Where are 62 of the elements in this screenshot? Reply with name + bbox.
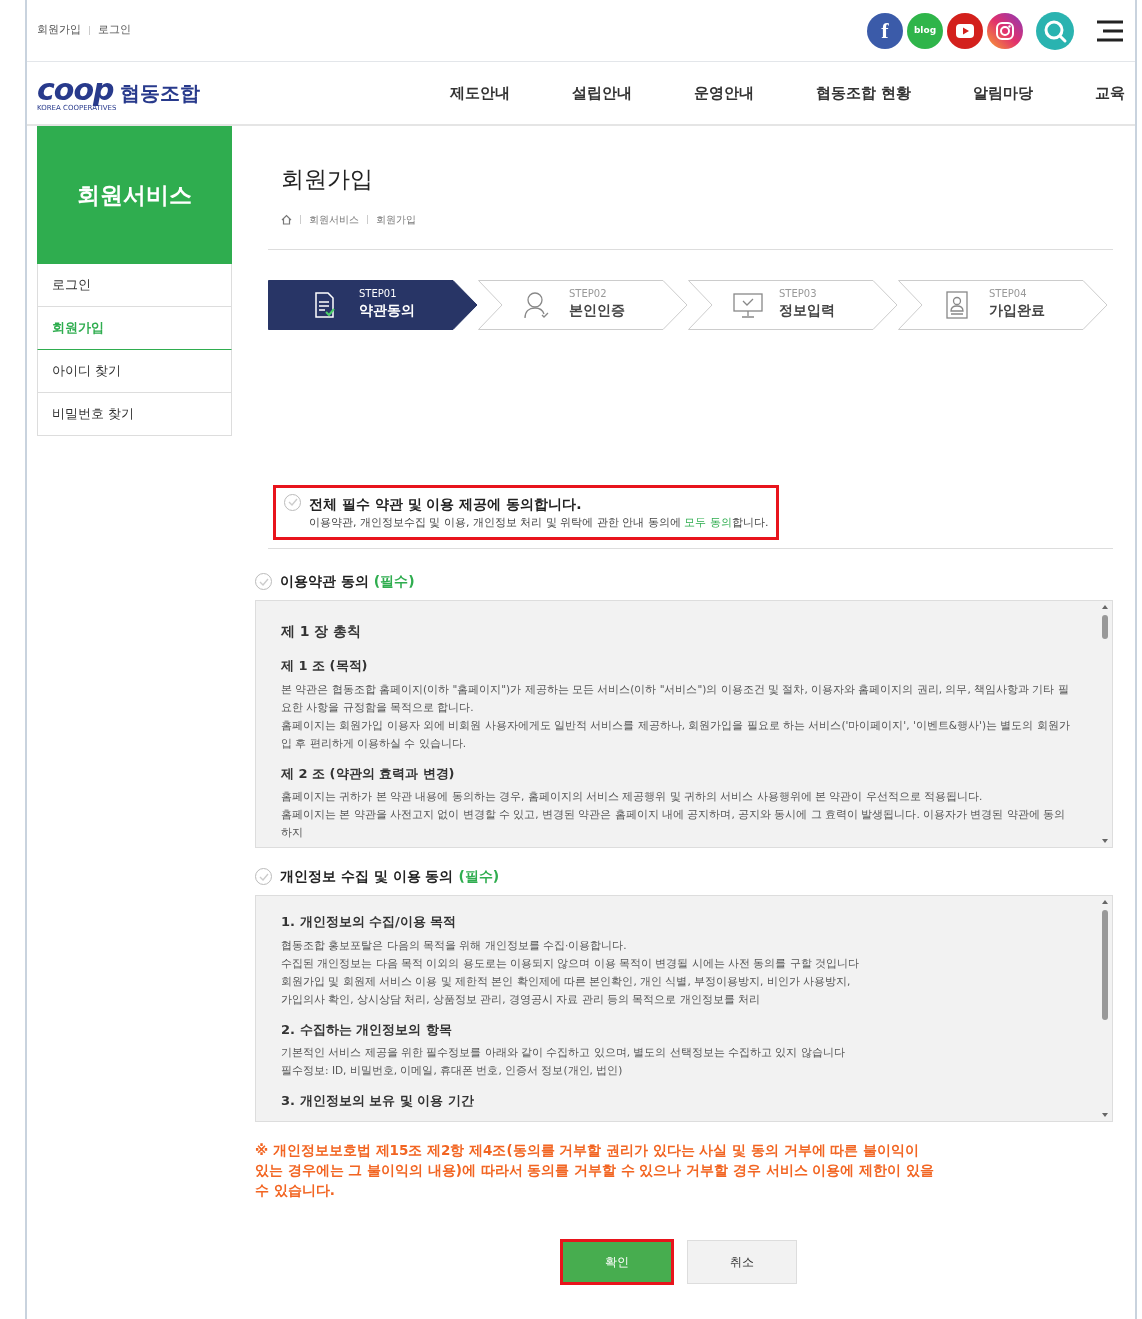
breadcrumb-link[interactable]: 회원가입	[376, 211, 416, 227]
terms-text: 필수정보: ID, 비밀번호, 이메일, 휴대폰 번호, 인증서 정보(개인, 법인)	[281, 1063, 624, 1079]
top-link[interactable]: 로그인	[98, 22, 131, 39]
youtube-icon[interactable]	[947, 12, 983, 49]
nav-link[interactable]: 협동조합 현황	[815, 81, 911, 105]
home-icon[interactable]	[281, 213, 292, 225]
nav-link[interactable]: 알림마당	[973, 81, 1033, 105]
terms-text: 홈페이지는 본 약관을 사전고지 없이 변경할 수 있고, 변경된 약관은 홈페이지 내에 공지하며, 공지와 동시에 그 효력이 발생됩니다. 이용자가 변경된 약관에 동의하지	[281, 807, 1067, 841]
monitor-icon	[733, 290, 763, 319]
sidebar-banner: 회원서비스	[37, 126, 232, 264]
chapter-title: 제 1 장 총칙	[281, 622, 363, 642]
checkbox[interactable]	[255, 868, 272, 886]
scroll-thumb[interactable]	[1102, 615, 1108, 640]
step-number: STEP01	[359, 288, 398, 301]
section-title: 개인정보 수집 및 이용 동의 (필수)	[280, 867, 500, 887]
checkbox[interactable]	[255, 573, 272, 591]
notice-text: ※ 개인정보보호법 제15조 제2항 제4조(동의를 거부할 권리가 있다는 사실 및 동의 거부에 따른 불이익이 있는 경우에는 그 불이익의 내용)에 따라서 동의를 거부할 수 있으나 거부할 경우 서비스 이용에 제한이 있을 수 있습니다.	[255, 1140, 935, 1200]
logo-name: 협동조합	[120, 80, 201, 107]
article-heading: 3. 개인정보의 보유 및 이용 기간	[281, 1092, 475, 1111]
agree-description: 이용약관, 개인정보수집 및 이용, 개인정보 처리 및 위탁에 관한 안내 동의에 모두 동의합니다.	[309, 514, 769, 531]
logo-mark: coop	[37, 74, 114, 105]
step-number: STEP03	[779, 288, 818, 301]
article-heading: 제 1 조 (목적)	[281, 657, 369, 676]
terms-text: 본 약관은 협동조합 홈페이지(이하 "홈페이지")가 제공하는 모든 서비스(이하 "서비스")의 이용조건 및 절차, 이용자와 홈페이지의 권리, 의무, 책임사항과 기타 필요한 사항을 규정함을 목적으로 합니다.	[281, 681, 1070, 715]
article-heading: 제 2 조 (약관의 효력과 변경)	[281, 764, 456, 783]
facebook-button[interactable]: f	[867, 12, 903, 49]
section-title: 이용약관 동의 (필수)	[280, 572, 415, 592]
step-label: 약관동의	[359, 301, 415, 321]
breadcrumb-link[interactable]: 회원서비스	[309, 211, 359, 227]
menu-icon[interactable]	[1095, 18, 1125, 43]
search-icon[interactable]	[1035, 10, 1075, 51]
instagram-icon[interactable]	[987, 12, 1023, 49]
cancel-button[interactable]: 취소	[687, 1239, 797, 1284]
sidebar-item[interactable]: 아이디 찾기	[37, 350, 232, 393]
check-icon	[258, 872, 269, 881]
top-link[interactable]: 회원가입	[37, 22, 81, 39]
nav-link[interactable]: 교육	[1095, 81, 1125, 105]
nav-link[interactable]: 설립안내	[571, 81, 632, 105]
checkbox[interactable]	[284, 493, 301, 511]
page-title: 회원가입	[281, 166, 374, 194]
step-number: STEP04	[989, 288, 1028, 301]
terms-text: 홈페이지는 귀하가 본 약관 내용에 동의하는 경우, 홈페이지의 서비스 제공행위 및 귀하의 서비스 사용행위에 본 약관이 우선적으로 적용됩니다.	[281, 789, 984, 805]
article-heading: 2. 수집하는 개인정보의 항목	[281, 1020, 453, 1039]
terms-text: 회원가입 및 회원제 서비스 이용 및 제한적 본인 확인제에 따른 본인확인, 개인 식별, 부정이용방지, 비인가 사용방지,	[281, 973, 852, 989]
step-number: STEP02	[569, 288, 608, 301]
nav-link[interactable]: 제도안내	[449, 81, 510, 105]
terms-text: 기본적인 서비스 제공을 위한 필수정보를 아래와 같이 수집하고 있으며, 별도의 선택정보는 수집하고 있지 않습니다	[281, 1045, 846, 1061]
step-label: 본인인증	[569, 301, 625, 321]
sidebar-item[interactable]: 비밀번호 찾기	[37, 393, 232, 436]
terms-text: 수집된 개인정보는 다음 목적 이외의 용도로는 이용되지 않으며 이용 목적이 변경될 시에는 사전 동의를 구할 것입니다	[281, 955, 861, 971]
article-heading: 1. 개인정보의 수집/이용 목적	[281, 913, 458, 932]
sidebar-item[interactable]: 로그인	[37, 264, 232, 307]
terms-text: 협동조합 홍보포탈은 다음의 목적을 위해 개인정보를 수집·이용합니다.	[281, 937, 628, 953]
step-label: 가입완료	[989, 301, 1045, 321]
nav-link[interactable]: 운영안내	[693, 81, 754, 105]
step-label: 정보입력	[779, 301, 835, 321]
scroll-thumb[interactable]	[1102, 910, 1108, 1021]
terms-text: 가입의사 확인, 상시상담 처리, 상품정보 관리, 경영공시 자료 관리 등의 목적으로 개인정보를 처리	[281, 991, 762, 1007]
terms-text: 홈페이지는 회원가입 이용자 외에 비회원 사용자에게도 일반적 서비스를 제공하나, 회원가입을 필요로 하는 서비스('마이페이지', '이벤트&행사')는 별도의 회원가입 후 편리하게 이용하실 수 있습니다.	[281, 717, 1071, 751]
check-icon	[258, 577, 269, 586]
check-icon	[287, 498, 298, 507]
agree-all-label: 전체 필수 약관 및 이용 제공에 동의합니다.	[309, 494, 583, 514]
